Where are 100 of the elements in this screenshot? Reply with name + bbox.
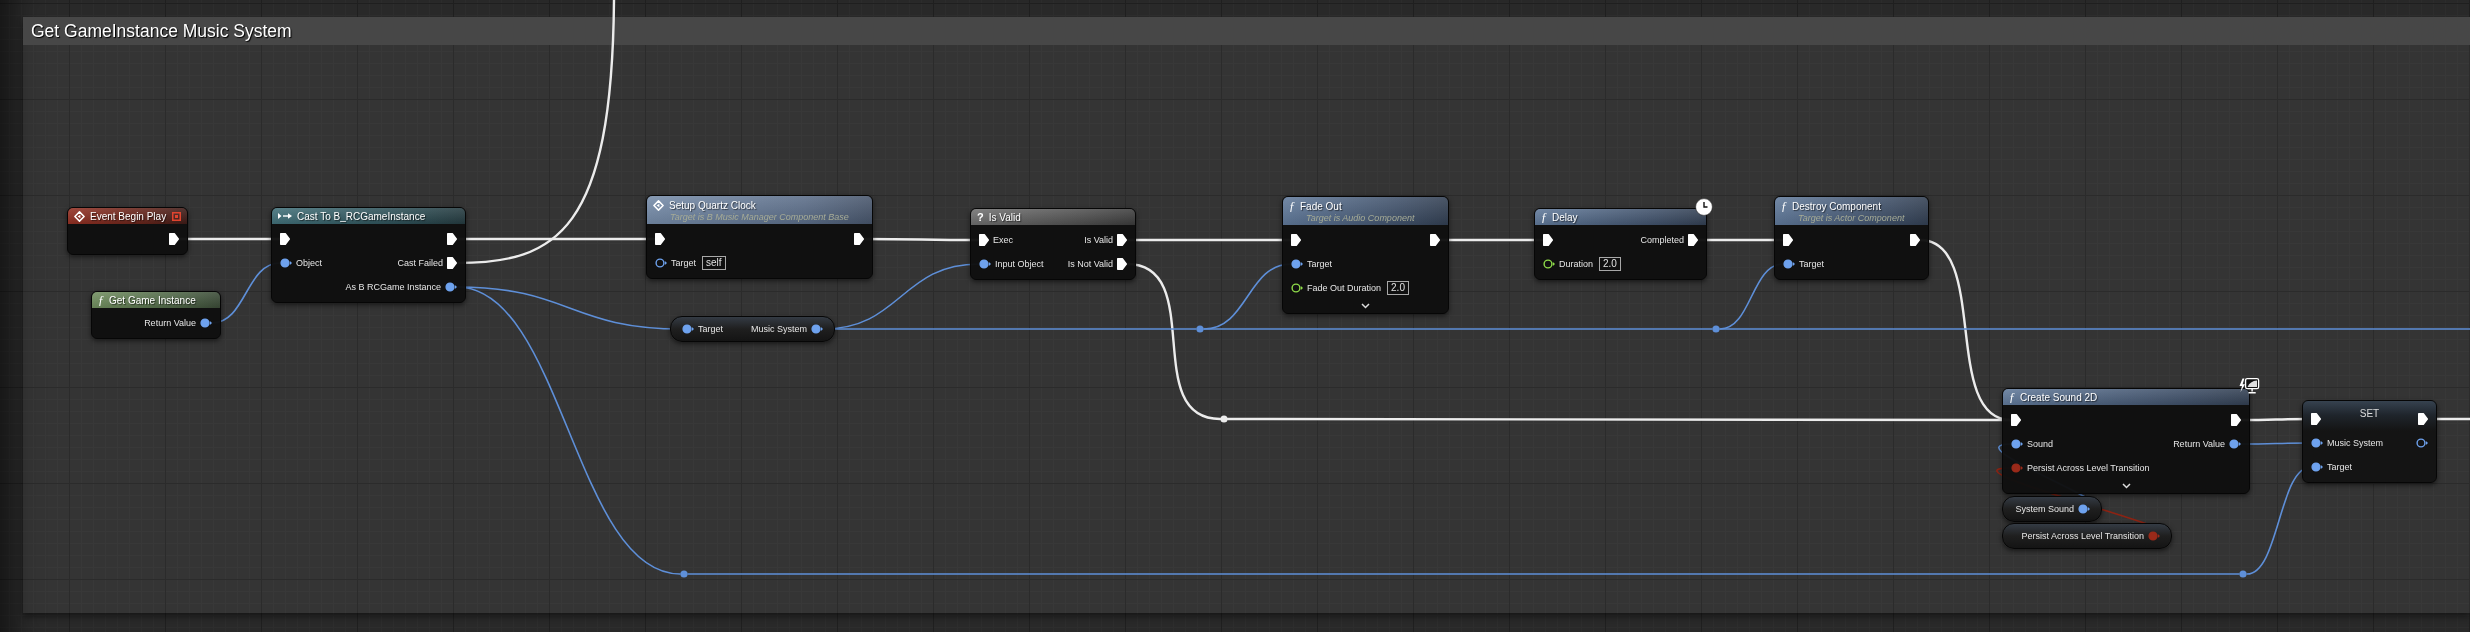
- exec-pin-icon[interactable]: [979, 234, 989, 246]
- exec-pin-icon[interactable]: [2231, 414, 2241, 426]
- function-node[interactable]: ƒ Get Game Instance Return Value: [91, 291, 221, 339]
- exec-pin-icon[interactable]: [1688, 234, 1698, 246]
- object-pin-icon[interactable]: [655, 258, 667, 268]
- pin-label: Target: [1307, 259, 1332, 269]
- object-pin-icon[interactable]: [2416, 438, 2428, 448]
- variable-node[interactable]: System Sound: [2002, 496, 2102, 522]
- reroute-knot[interactable]: [1220, 415, 1228, 423]
- pin-label: Target: [2327, 462, 2352, 472]
- pin-label: Return Value: [144, 318, 196, 328]
- boolean-pin-icon[interactable]: [2011, 463, 2023, 473]
- function-icon: ƒ: [1289, 200, 1295, 212]
- function-icon: ƒ: [2009, 391, 2015, 403]
- pin-label: As B RCGame Instance: [345, 282, 441, 292]
- exec-pin-icon[interactable]: [1783, 234, 1793, 246]
- arrow-icon: [278, 212, 292, 220]
- pin-label: Input Object: [995, 259, 1044, 269]
- exec-pin-icon[interactable]: [2418, 413, 2428, 425]
- function-node[interactable]: ƒ Destroy Component Target is Actor Component Target: [1774, 196, 1929, 280]
- pin-label: Is Valid: [1084, 235, 1113, 245]
- node-title: Delay: [1552, 211, 1578, 223]
- exec-pin-icon[interactable]: [655, 233, 665, 245]
- pin-label: Target: [671, 258, 696, 268]
- node-title: Event Begin Play: [90, 210, 167, 222]
- exec-pin-icon[interactable]: [1543, 234, 1553, 246]
- function-node[interactable]: ƒ Delay Completed Duration 2.0: [1534, 208, 1707, 280]
- pin-label: Target: [698, 324, 723, 334]
- exec-pin-icon[interactable]: [1117, 258, 1127, 270]
- object-pin-icon[interactable]: [2229, 439, 2241, 449]
- exec-pin-icon[interactable]: [1910, 234, 1920, 246]
- default-value-field[interactable]: 2.0: [1387, 281, 1409, 295]
- exec-pin-icon[interactable]: [2011, 414, 2021, 426]
- object-pin-icon[interactable]: [2078, 504, 2090, 514]
- exec-pin-icon[interactable]: [1291, 234, 1301, 246]
- exec-pin-icon[interactable]: [447, 257, 457, 269]
- function-node[interactable]: ƒ Fade Out Target is Audio Component Target Fade Out Duration 2.0: [1282, 196, 1449, 314]
- node-subtitle: Target is Actor Component: [1797, 213, 1906, 223]
- diamond-icon: [74, 210, 85, 222]
- pin-label: Completed: [1640, 235, 1684, 245]
- function-node[interactable]: ƒ Create Sound 2D Sound Return Value Persist Across Level Transition: [2002, 388, 2250, 494]
- exec-pin-icon[interactable]: [2311, 413, 2321, 425]
- float-pin-icon[interactable]: [1291, 283, 1303, 293]
- object-pin-icon[interactable]: [979, 259, 991, 269]
- cast-node[interactable]: Cast To B_RCGameInstance Object Cast Failed As B RCGame Instance: [271, 207, 466, 303]
- pin-label: Object: [296, 258, 322, 268]
- function-icon: ƒ: [1781, 200, 1787, 212]
- pin-label: Target: [1799, 259, 1824, 269]
- variable-node[interactable]: Persist Across Level Transition: [2002, 523, 2172, 549]
- comment-header: Get GameInstance Music System: [23, 17, 2470, 45]
- object-pin-icon[interactable]: [2011, 439, 2023, 449]
- exec-pin-icon[interactable]: [280, 233, 290, 245]
- pin-label: Music System: [2327, 438, 2383, 448]
- node-subtitle: Target is Audio Component: [1305, 213, 1416, 223]
- node-title: Fade Out: [1300, 200, 1342, 212]
- default-value-field[interactable]: 2.0: [1599, 257, 1621, 271]
- pin-label: Is Not Valid: [1067, 259, 1113, 269]
- node-title: SET: [2359, 407, 2380, 419]
- exec-pin-icon[interactable]: [1117, 234, 1127, 246]
- pin-label: Persist Across Level Transition: [2021, 531, 2144, 541]
- object-pin-icon[interactable]: [445, 282, 457, 292]
- pin-label: Cast Failed: [397, 258, 443, 268]
- function-icon: ƒ: [98, 294, 104, 306]
- object-pin-icon[interactable]: [280, 258, 292, 268]
- node-title: Setup Quartz Clock: [669, 199, 756, 211]
- object-pin-icon[interactable]: [2311, 462, 2323, 472]
- chevron-down-icon[interactable]: [1361, 303, 1370, 309]
- object-pin-icon[interactable]: [1291, 259, 1303, 269]
- delegate-pin-icon[interactable]: [172, 211, 181, 221]
- pin-label: System Sound: [2015, 504, 2074, 514]
- exec-pin-icon[interactable]: [854, 233, 864, 245]
- setter-node[interactable]: SET Music System Target: [2302, 400, 2437, 483]
- pin-label: Fade Out Duration: [1307, 283, 1382, 293]
- pin-label: Music System: [751, 324, 807, 334]
- macro-node[interactable]: ? Is Valid Exec Is Valid Input Object Is Not Valid: [970, 208, 1136, 280]
- pin-label: Duration: [1559, 259, 1594, 269]
- object-pin-icon[interactable]: [1783, 259, 1795, 269]
- variable-node[interactable]: Target Music System: [670, 316, 835, 342]
- pin-label: Return Value: [2173, 439, 2225, 449]
- exec-pin-icon[interactable]: [169, 233, 179, 245]
- chevron-down-icon[interactable]: [2121, 483, 2131, 489]
- object-pin-icon[interactable]: [682, 324, 694, 334]
- pin-label: Persist Across Level Transition: [2027, 463, 2150, 473]
- node-title: Cast To B_RCGameInstance: [297, 210, 426, 222]
- exec-pin-icon[interactable]: [1430, 234, 1440, 246]
- function-icon: ƒ: [1541, 211, 1547, 223]
- pin-label: Sound: [2027, 439, 2054, 449]
- exec-pin-icon[interactable]: [447, 233, 457, 245]
- pin-label: Exec: [993, 235, 1013, 245]
- object-pin-icon[interactable]: [811, 324, 823, 334]
- node-title: Destroy Component: [1792, 200, 1881, 212]
- event-node[interactable]: Event Begin Play: [67, 207, 188, 255]
- node-title: Get Game Instance: [109, 294, 196, 306]
- float-pin-icon[interactable]: [1543, 259, 1555, 269]
- question-icon: ?: [977, 211, 984, 223]
- node-title: Is Valid: [988, 211, 1021, 223]
- object-pin-icon[interactable]: [200, 318, 212, 328]
- object-pin-icon[interactable]: [2311, 438, 2323, 448]
- diamond-icon: [653, 199, 664, 211]
- default-value-field[interactable]: self: [702, 256, 726, 270]
